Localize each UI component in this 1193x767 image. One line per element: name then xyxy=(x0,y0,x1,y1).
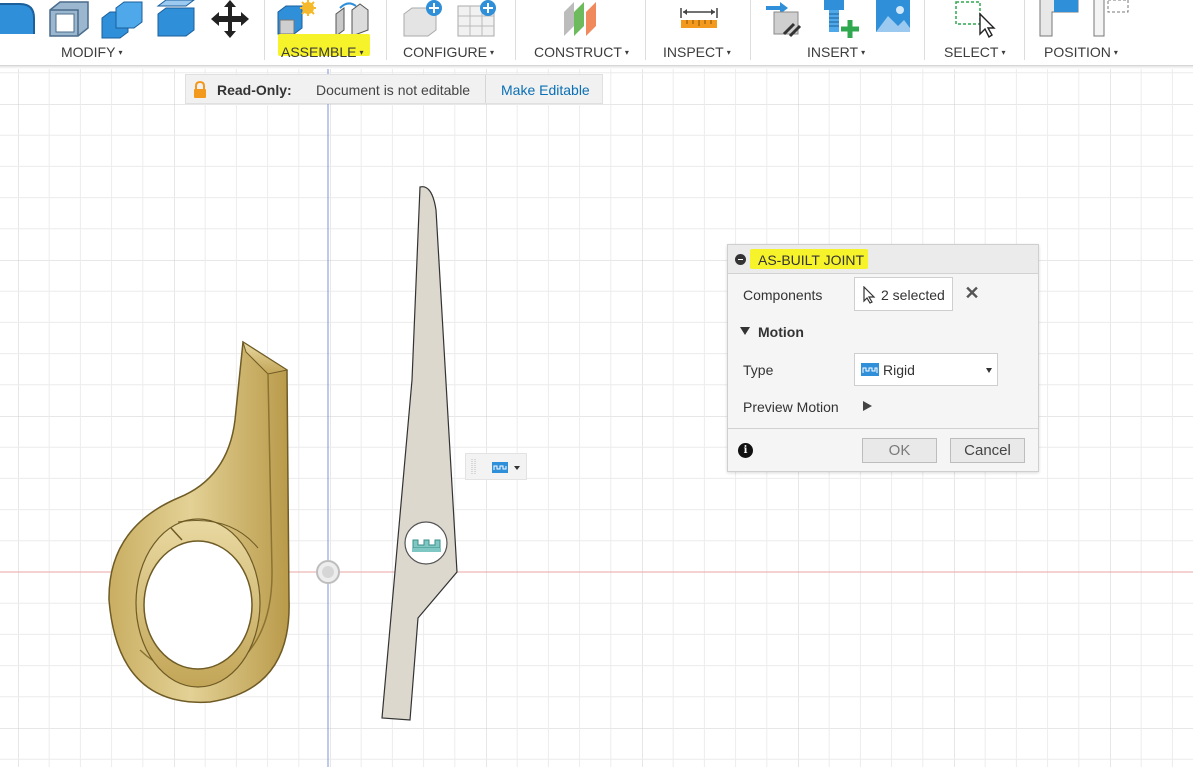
configuration-table-icon[interactable] xyxy=(456,0,500,40)
toolbar-separator xyxy=(924,0,925,60)
toolbar-separator xyxy=(1024,0,1025,60)
cursor-arrow-icon xyxy=(863,286,876,304)
as-built-joint-dialog: AS-BUILT JOINT Components 2 selected ✕ M… xyxy=(727,244,1039,472)
dialog-header[interactable]: AS-BUILT JOINT xyxy=(728,245,1038,274)
shell-icon[interactable] xyxy=(48,0,90,40)
motion-section-title[interactable]: Motion xyxy=(758,324,804,340)
toolbar-separator xyxy=(386,0,387,60)
clear-selection-icon[interactable]: ✕ xyxy=(964,284,980,302)
toolbar-group-insert-label: INSERT xyxy=(807,44,859,60)
read-only-message: Document is not editable xyxy=(316,82,471,98)
toolbar-group-select[interactable]: SELECT ▾ xyxy=(944,44,1005,60)
toolbar-group-modify-label: MODIFY xyxy=(61,44,116,60)
toolbar-group-position-label: POSITION xyxy=(1044,44,1111,60)
toolbar-group-inspect-label: INSPECT xyxy=(663,44,724,60)
toolbar-separator xyxy=(264,0,265,60)
toolbar-group-insert[interactable]: INSERT ▾ xyxy=(807,44,865,60)
dialog-title: AS-BUILT JOINT xyxy=(758,252,865,268)
preview-motion-label: Preview Motion xyxy=(743,399,839,415)
rigid-joint-glyph[interactable] xyxy=(404,521,448,565)
origin-marker[interactable] xyxy=(316,560,340,584)
rigid-joint-icon xyxy=(861,363,879,376)
components-selected-count: 2 selected xyxy=(881,287,945,303)
configure-icon[interactable] xyxy=(402,0,446,40)
dialog-footer-divider xyxy=(728,428,1038,429)
components-label: Components xyxy=(743,287,823,303)
toolbar-group-configure[interactable]: CONFIGURE ▾ xyxy=(403,44,494,60)
toolbar: MODIFY ▾ ASSEMBLE ▾ CONFIGURE ▾ CONSTRUC… xyxy=(0,0,1193,66)
drag-handle-icon[interactable] xyxy=(471,458,476,476)
make-editable-link[interactable]: Make Editable xyxy=(501,82,590,98)
cancel-button[interactable]: Cancel xyxy=(950,438,1025,463)
banner-divider xyxy=(485,75,486,103)
toolbar-group-construct[interactable]: CONSTRUCT ▾ xyxy=(534,44,629,60)
combine-icon[interactable] xyxy=(100,0,144,40)
toolbar-group-inspect[interactable]: INSPECT ▾ xyxy=(663,44,731,60)
replace-face-icon[interactable] xyxy=(154,0,198,40)
ok-button[interactable]: OK xyxy=(862,438,937,463)
toolbar-group-modify[interactable]: MODIFY ▾ xyxy=(61,44,122,60)
offset-plane-icon[interactable] xyxy=(560,0,604,40)
toolbar-group-select-label: SELECT xyxy=(944,44,999,60)
collapse-icon[interactable] xyxy=(735,254,746,265)
select-window-icon[interactable] xyxy=(954,0,998,40)
lock-icon xyxy=(194,81,206,98)
fillet-icon[interactable] xyxy=(0,0,36,40)
toolbar-group-construct-label: CONSTRUCT xyxy=(534,44,622,60)
motion-collapse-icon[interactable] xyxy=(740,327,750,335)
joint-type-value: Rigid xyxy=(883,362,915,378)
joint-type-select[interactable]: Rigid xyxy=(854,353,998,386)
toolbar-group-assemble-label: ASSEMBLE xyxy=(281,44,357,60)
toolbar-separator xyxy=(750,0,751,60)
revert-position-icon[interactable] xyxy=(1090,0,1134,40)
insert-derive-icon[interactable] xyxy=(764,0,808,40)
toolbar-group-assemble[interactable]: ASSEMBLE ▾ xyxy=(281,44,364,60)
read-only-banner: Read-Only: Document is not editable Make… xyxy=(185,74,603,104)
toolbar-group-position[interactable]: POSITION ▾ xyxy=(1044,44,1118,60)
move-copy-icon[interactable] xyxy=(209,0,251,40)
joint-type-dropdown-icon[interactable] xyxy=(490,459,524,475)
insert-mcmaster-icon[interactable] xyxy=(820,0,864,40)
components-selection-box[interactable]: 2 selected xyxy=(854,277,953,311)
read-only-label: Read-Only: xyxy=(217,82,292,98)
toolbar-separator xyxy=(645,0,646,60)
insert-canvas-icon[interactable] xyxy=(874,0,914,40)
measure-icon[interactable] xyxy=(679,0,719,40)
type-label: Type xyxy=(743,362,774,378)
joint-mini-toolbar xyxy=(465,453,527,480)
toolbar-separator xyxy=(515,0,516,60)
info-icon[interactable]: i xyxy=(738,443,753,458)
capture-position-icon[interactable] xyxy=(1038,0,1082,40)
toolbar-group-configure-label: CONFIGURE xyxy=(403,44,487,60)
chevron-down-icon xyxy=(986,368,992,373)
play-icon[interactable] xyxy=(863,401,872,411)
